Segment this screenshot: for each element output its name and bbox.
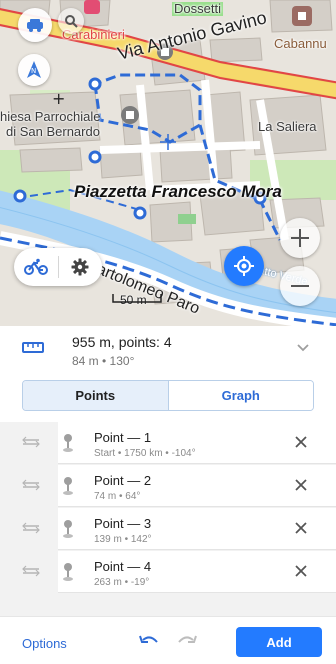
- poi-label-cabannu: Cabannu: [274, 36, 327, 51]
- location-target-icon: [234, 256, 254, 276]
- zoom-out-button[interactable]: [280, 266, 320, 306]
- map-scale-bar: [112, 294, 162, 303]
- point-title: Point — 3: [94, 516, 152, 531]
- view-tabs: Points Graph: [22, 380, 314, 411]
- route-distance-title: 955 m, points: 4: [72, 334, 172, 350]
- compass-icon: N: [27, 61, 41, 78]
- drag-handle-icon[interactable]: [22, 521, 40, 535]
- point-meta: 139 m • 142°: [94, 534, 152, 545]
- route-profile-pill: [14, 248, 102, 286]
- plus-icon: [291, 229, 309, 247]
- minus-icon: [291, 285, 309, 287]
- my-location-button[interactable]: [224, 246, 264, 286]
- list-item[interactable]: Point — 4 263 m • -19°: [0, 551, 336, 593]
- search-icon: [65, 15, 78, 28]
- route-summary[interactable]: 955 m, points: 4 84 m • 130°: [0, 326, 336, 372]
- tab-graph[interactable]: Graph: [168, 381, 313, 410]
- tab-points[interactable]: Points: [23, 381, 169, 410]
- route-distance-subtitle: 84 m • 130°: [72, 354, 135, 368]
- point-pin-icon: [63, 563, 73, 581]
- point-meta: Start • 1750 km • -104°: [94, 448, 196, 459]
- list-item[interactable]: Point — 2 74 m • 64°: [0, 465, 336, 507]
- svg-text:+: +: [52, 89, 65, 108]
- point-title: Point — 4: [94, 559, 152, 574]
- point-meta: 74 m • 64°: [94, 491, 141, 502]
- point-meta: 263 m • -19°: [94, 577, 150, 588]
- close-icon[interactable]: [294, 564, 308, 578]
- options-button[interactable]: Options: [22, 636, 67, 651]
- close-icon[interactable]: [294, 521, 308, 535]
- gear-icon: [71, 258, 89, 276]
- add-point-button[interactable]: Add: [236, 627, 322, 657]
- point-pin-icon: [63, 520, 73, 538]
- undo-icon[interactable]: [138, 634, 160, 648]
- point-pin-icon: [63, 434, 73, 452]
- drag-handle-icon[interactable]: [22, 478, 40, 492]
- close-icon[interactable]: [294, 435, 308, 449]
- search-poi-button[interactable]: [58, 8, 84, 34]
- poi-label-la-saliera: La Saliera: [258, 119, 317, 134]
- point-pin-icon: [63, 477, 73, 495]
- chevron-down-icon[interactable]: [296, 343, 310, 353]
- redo-icon[interactable]: [176, 634, 198, 648]
- bicycle-icon: [23, 258, 48, 275]
- ruler-icon: [22, 342, 44, 353]
- list-item[interactable]: Point — 3 139 m • 142°: [0, 508, 336, 550]
- poi-label-dossetti: Dossetti: [172, 1, 223, 16]
- bottom-toolbar: Options Add: [0, 616, 336, 664]
- profile-button[interactable]: [14, 248, 58, 286]
- drag-handle-icon[interactable]: [22, 564, 40, 578]
- square-label-piazzetta: Piazzetta Francesco Mora: [74, 182, 282, 201]
- car-icon: [27, 19, 43, 32]
- svg-text:N: N: [31, 67, 36, 75]
- route-settings-button[interactable]: [58, 248, 102, 286]
- drag-handle-icon[interactable]: [22, 435, 40, 449]
- close-icon[interactable]: [294, 478, 308, 492]
- compass-button[interactable]: N: [18, 54, 50, 86]
- poi-label-chiesa-line1: hiesa Parrochiale: [0, 109, 101, 124]
- list-item[interactable]: Point — 1 Start • 1750 km • -104°: [0, 422, 336, 464]
- poi-label-chiesa-line2: di San Bernardo: [6, 124, 100, 139]
- plan-route-screen: + Carabinieri Dossetti Cabannu hiesa Par…: [0, 0, 336, 664]
- point-title: Point — 2: [94, 473, 152, 488]
- map-view[interactable]: + Carabinieri Dossetti Cabannu hiesa Par…: [0, 0, 336, 326]
- zoom-in-button[interactable]: [280, 218, 320, 258]
- car-poi-button[interactable]: [18, 8, 52, 42]
- points-list: Point — 1 Start • 1750 km • -104° Point …: [0, 422, 336, 616]
- point-title: Point — 1: [94, 430, 152, 445]
